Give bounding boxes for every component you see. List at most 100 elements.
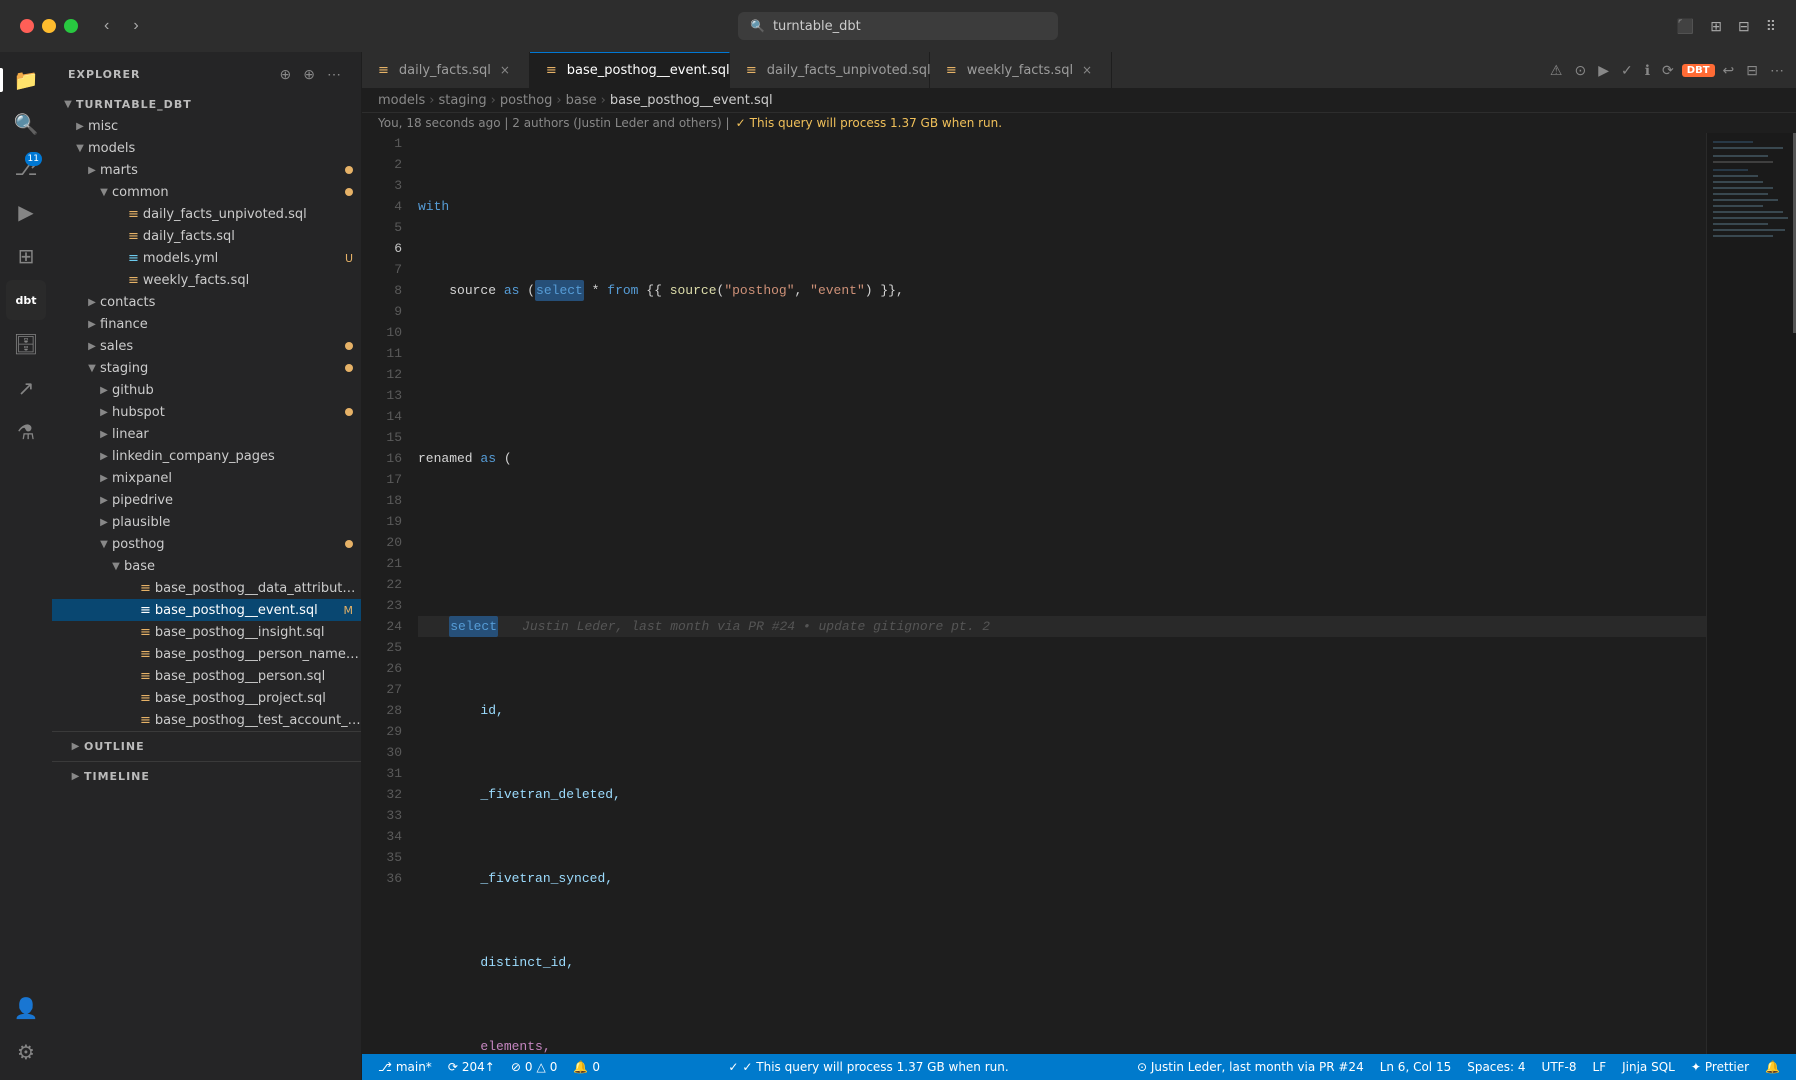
- panel-btn[interactable]: ⊟: [1742, 60, 1762, 81]
- check-btn[interactable]: ✓: [1617, 60, 1637, 81]
- line-num-16: 16: [370, 448, 402, 469]
- breadcrumb-staging[interactable]: staging: [438, 93, 486, 108]
- tree-folder-pipedrive[interactable]: ▶ pipedrive: [52, 489, 361, 511]
- close-button[interactable]: [20, 19, 34, 33]
- more-tabs-btn[interactable]: ⋯: [1766, 60, 1788, 81]
- status-branch[interactable]: ⎇ main*: [370, 1054, 440, 1080]
- activity-flask[interactable]: ⚗: [6, 412, 46, 452]
- timeline-section: ▶ TIMELINE: [52, 761, 361, 791]
- tree-folder-github[interactable]: ▶ github: [52, 379, 361, 401]
- breadcrumb-posthog[interactable]: posthog: [500, 93, 553, 108]
- tree-file-daily-facts-unpivoted[interactable]: ≡ daily_facts_unpivoted.sql: [52, 203, 361, 225]
- tree-file-daily-facts[interactable]: ≡ daily_facts.sql: [52, 225, 361, 247]
- layout-icon[interactable]: ⬛: [1673, 14, 1698, 39]
- tree-folder-plausible[interactable]: ▶ plausible: [52, 511, 361, 533]
- minimize-button[interactable]: [42, 19, 56, 33]
- status-spaces[interactable]: Spaces: 4: [1459, 1060, 1533, 1074]
- status-formatter[interactable]: ✦ Prettier: [1683, 1060, 1757, 1074]
- activity-database[interactable]: 🗄: [6, 324, 46, 364]
- maximize-button[interactable]: [64, 19, 78, 33]
- sql-icon: ≡: [140, 581, 151, 596]
- tree-folder-misc[interactable]: ▶ misc: [52, 115, 361, 137]
- status-encoding[interactable]: UTF-8: [1534, 1060, 1585, 1074]
- activity-search[interactable]: 🔍: [6, 104, 46, 144]
- code-line-2: source as ( select * from {{ source ( "p…: [418, 280, 1706, 301]
- app-container: 📁 🔍 ⎇ 11 ▶ ⊞ dbt 🗄 ↗ ⚗ 👤: [0, 52, 1796, 1080]
- tree-folder-linkedin[interactable]: ▶ linkedin_company_pages: [52, 445, 361, 467]
- panel-icon[interactable]: ⊟: [1734, 14, 1754, 39]
- tree-folder-linear[interactable]: ▶ linear: [52, 423, 361, 445]
- sql-icon: ≡: [128, 273, 139, 288]
- tree-folder-common[interactable]: ▼ common: [52, 181, 361, 203]
- activity-explorer[interactable]: 📁: [6, 60, 46, 100]
- undo-btn[interactable]: ↩: [1719, 60, 1739, 81]
- status-bell[interactable]: 🔔: [1757, 1060, 1788, 1074]
- activity-dbt[interactable]: dbt: [6, 280, 46, 320]
- new-folder-button[interactable]: ⊕: [299, 64, 319, 85]
- status-notifs[interactable]: 🔔 0: [565, 1054, 608, 1080]
- code-content[interactable]: with source as ( select * from {{ source…: [410, 133, 1706, 1054]
- status-language[interactable]: Jinja SQL: [1614, 1060, 1683, 1074]
- debug-btn[interactable]: ⊙: [1570, 60, 1590, 81]
- tree-file-base-posthog-event[interactable]: ≡ base_posthog__event.sql M: [52, 599, 361, 621]
- status-errors[interactable]: ⊘ 0 △ 0: [503, 1054, 566, 1080]
- tree-root[interactable]: ▼ TURNTABLE_DBT: [52, 93, 361, 115]
- status-line-ending[interactable]: LF: [1585, 1060, 1615, 1074]
- tab-close-daily-facts[interactable]: ×: [497, 62, 513, 78]
- more-actions-button[interactable]: ⋯: [323, 64, 345, 85]
- code-editor[interactable]: 1 2 3 4 5 6 7 8 9 10 11 12 13 14 15 16 1…: [362, 133, 1796, 1054]
- activity-lineage[interactable]: ↗: [6, 368, 46, 408]
- tree-file-insight[interactable]: ≡ base_posthog__insight.sql: [52, 621, 361, 643]
- tab-weekly-facts[interactable]: ≡ weekly_facts.sql ×: [930, 52, 1112, 88]
- forward-button[interactable]: ›: [127, 13, 144, 39]
- error-icon-btn[interactable]: ⚠: [1546, 60, 1567, 81]
- outline-header[interactable]: ▶ OUTLINE: [52, 736, 361, 757]
- notif-count: 0: [592, 1060, 600, 1074]
- tab-daily-facts-unpivoted[interactable]: ≡ daily_facts_unpivoted.sql ×: [730, 52, 930, 88]
- lineage-icon: ↗: [18, 376, 35, 400]
- tree-folder-staging[interactable]: ▼ staging: [52, 357, 361, 379]
- back-button[interactable]: ‹: [98, 13, 115, 39]
- activity-source-control[interactable]: ⎇ 11: [6, 148, 46, 188]
- status-cursor[interactable]: Ln 6, Col 15: [1372, 1060, 1460, 1074]
- more-icon[interactable]: ⠿: [1762, 14, 1780, 39]
- run-btn[interactable]: ▶: [1594, 60, 1613, 81]
- tree-folder-base[interactable]: ▼ base: [52, 555, 361, 577]
- tree-folder-finance[interactable]: ▶ finance: [52, 313, 361, 335]
- activity-settings[interactable]: ⚙: [6, 1032, 46, 1072]
- tree-folder-contacts[interactable]: ▶ contacts: [52, 291, 361, 313]
- tree-folder-marts[interactable]: ▶ marts: [52, 159, 361, 181]
- breadcrumb: models › staging › posthog › base › base…: [362, 89, 1796, 113]
- tree-file-person[interactable]: ≡ base_posthog__person.sql: [52, 665, 361, 687]
- tree-folder-models[interactable]: ▼ models: [52, 137, 361, 159]
- activity-extensions[interactable]: ⊞: [6, 236, 46, 276]
- tree-file-data-attribute[interactable]: ≡ base_posthog__data_attribute.sql: [52, 577, 361, 599]
- status-query-warn[interactable]: ✓ ✓ This query will process 1.37 GB when…: [608, 1054, 1129, 1080]
- tree-file-models-yml[interactable]: ≡ models.yml U: [52, 247, 361, 269]
- tree-folder-hubspot[interactable]: ▶ hubspot: [52, 401, 361, 423]
- status-changes[interactable]: ⟳ 204↑: [440, 1054, 503, 1080]
- breadcrumb-current-file[interactable]: base_posthog__event.sql: [610, 93, 773, 108]
- breadcrumb-models[interactable]: models: [378, 93, 425, 108]
- tab-daily-facts[interactable]: ≡ daily_facts.sql ×: [362, 52, 530, 88]
- split-icon[interactable]: ⊞: [1706, 14, 1726, 39]
- titlebar-search[interactable]: 🔍 turntable_dbt: [738, 12, 1058, 40]
- activity-run[interactable]: ▶: [6, 192, 46, 232]
- code-source-var: source: [449, 280, 504, 301]
- breadcrumb-base[interactable]: base: [566, 93, 597, 108]
- new-file-button[interactable]: ⊕: [276, 64, 296, 85]
- tree-folder-posthog[interactable]: ▼ posthog: [52, 533, 361, 555]
- tab-base-posthog-event[interactable]: ≡ base_posthog__event.sql M ×: [530, 52, 730, 88]
- tree-file-person-name[interactable]: ≡ base_posthog__person_name.sql: [52, 643, 361, 665]
- info-btn[interactable]: ℹ: [1641, 60, 1654, 81]
- tree-folder-mixpanel[interactable]: ▶ mixpanel: [52, 467, 361, 489]
- tree-file-project[interactable]: ≡ base_posthog__project.sql: [52, 687, 361, 709]
- timeline-header[interactable]: ▶ TIMELINE: [52, 766, 361, 787]
- tree-folder-sales[interactable]: ▶ sales: [52, 335, 361, 357]
- activity-account[interactable]: 👤: [6, 988, 46, 1028]
- tree-file-weekly-facts[interactable]: ≡ weekly_facts.sql: [52, 269, 361, 291]
- tree-file-test-account[interactable]: ≡ base_posthog__test_account_filt...: [52, 709, 361, 731]
- status-git-blame[interactable]: ⊙ Justin Leder, last month via PR #24: [1129, 1060, 1372, 1074]
- tab-close-weekly-facts[interactable]: ×: [1079, 62, 1095, 78]
- sync-btn[interactable]: ⟳: [1658, 60, 1678, 81]
